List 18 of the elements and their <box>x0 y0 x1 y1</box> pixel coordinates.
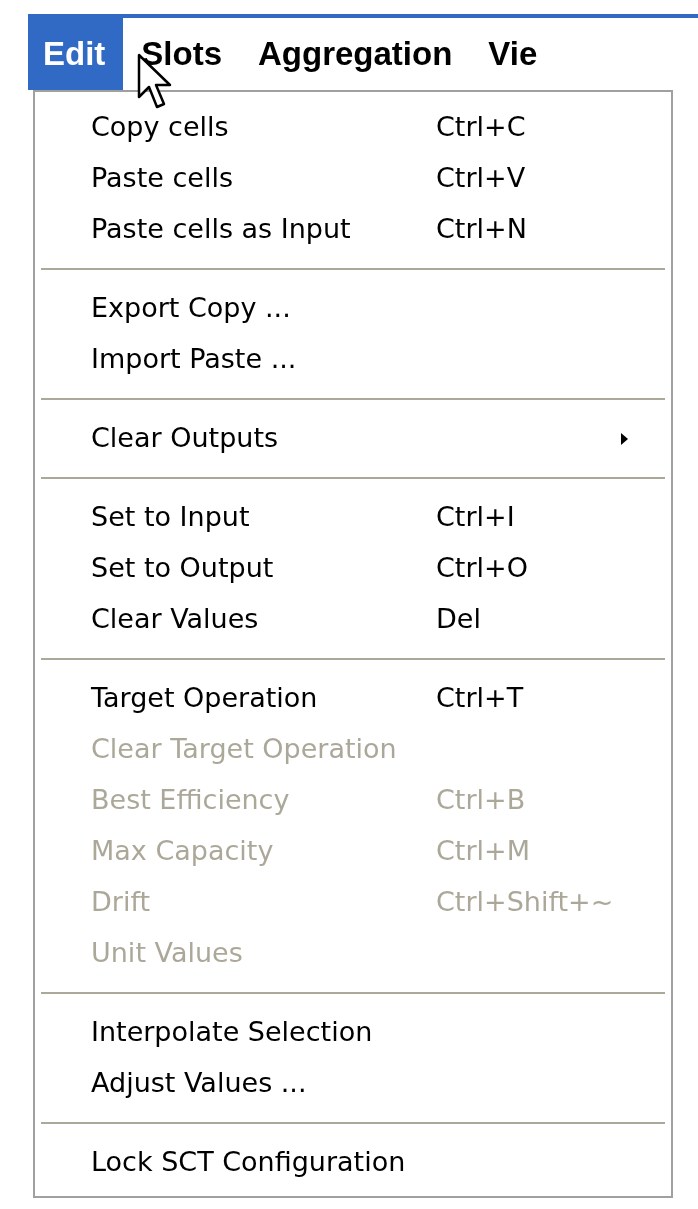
menu-bar-item[interactable]: Vie <box>470 18 556 90</box>
menu-item[interactable]: Export Copy ... <box>35 283 671 334</box>
menu-bar-item[interactable]: Edit <box>28 18 124 90</box>
menu-item[interactable]: Set to Input Ctrl+I <box>35 492 671 543</box>
menu-item[interactable]: Set to Output Ctrl+O <box>35 543 671 594</box>
menu-item[interactable]: Paste cells as Input Ctrl+N <box>35 204 671 255</box>
menu-bar-item[interactable]: Slots <box>123 18 240 90</box>
menu-item[interactable]: Clear Outputs <box>35 413 671 464</box>
menu-item[interactable]: Interpolate Selection <box>35 1007 671 1058</box>
menu-bar-item[interactable]: Aggregation <box>240 18 471 90</box>
submenu-arrow-icon <box>621 433 628 445</box>
menu-item[interactable]: Paste cells Ctrl+V <box>35 153 671 204</box>
menu-item[interactable]: Target Operation Ctrl+T <box>35 673 671 724</box>
menu-item[interactable]: Copy cells Ctrl+C <box>35 102 671 153</box>
menu-item[interactable]: Clear Values Del <box>35 594 671 645</box>
menu-item[interactable]: Adjust Values ... <box>35 1058 671 1109</box>
menu-item[interactable]: Import Paste ... <box>35 334 671 385</box>
menu-item[interactable]: Lock SCT Configuration <box>35 1137 671 1188</box>
